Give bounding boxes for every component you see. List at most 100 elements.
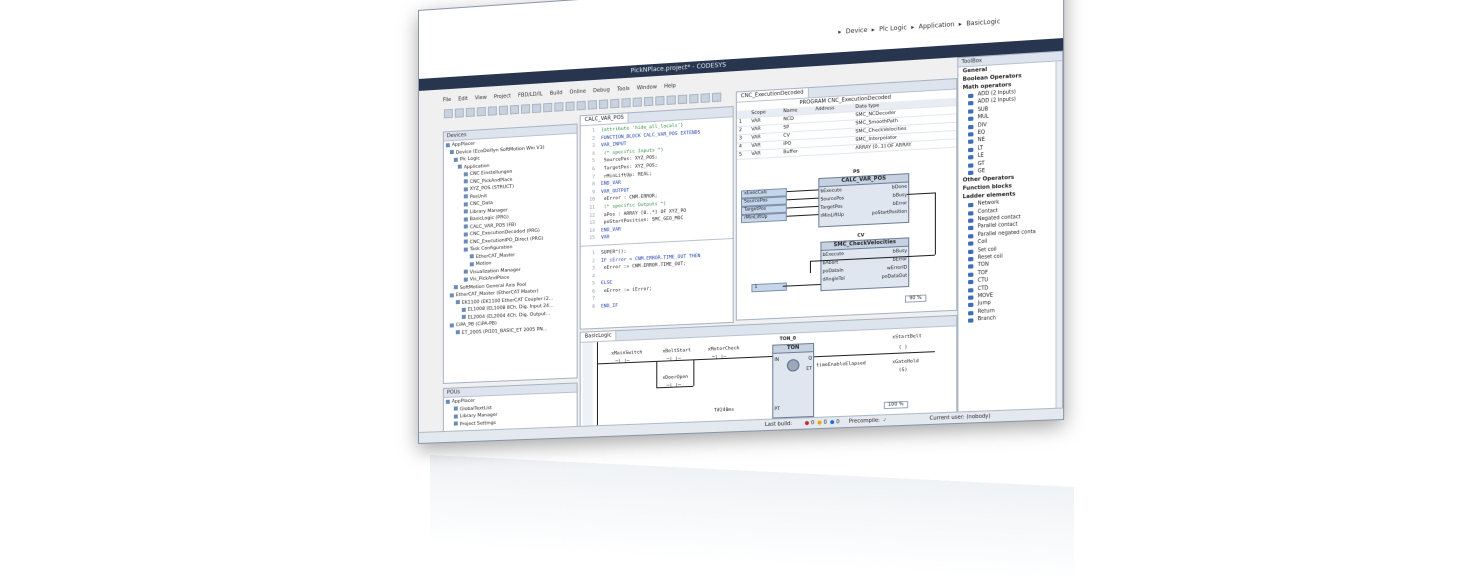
pt-value[interactable]: T#240ms <box>714 408 734 414</box>
fb-calc-var-pos[interactable]: PS CALC_VAR_POS bExecute SourcePos TargetP… <box>818 170 910 228</box>
stop-icon[interactable] <box>610 98 620 109</box>
table-cell[interactable]: Buffer <box>781 146 814 158</box>
copy-icon[interactable] <box>520 104 531 114</box>
set-coil-symbol[interactable]: (S) <box>899 368 908 374</box>
coil-label[interactable]: xStartBelt <box>892 334 921 340</box>
fbd-zoom-level[interactable]: 90 % <box>905 294 926 303</box>
breadcrumb-plc-logic[interactable]: Plc Logic <box>879 24 907 33</box>
menu-help[interactable]: Help <box>664 83 676 94</box>
breadcrumb-basiclogic[interactable]: BasicLogic <box>966 18 1000 27</box>
wire <box>786 189 819 193</box>
paste-icon[interactable] <box>532 103 542 114</box>
delete-icon[interactable] <box>543 102 553 113</box>
breadcrumb-arrow-icon: ▸ <box>958 20 962 29</box>
toolbox-item-label: Return <box>977 308 995 315</box>
box-icon[interactable] <box>711 92 722 103</box>
tree-item-label: EtherCAT_Master <box>475 252 516 260</box>
message-count[interactable]: 0 <box>836 417 839 427</box>
fb-output-pin: bError <box>892 201 908 208</box>
tree-node-icon <box>453 406 458 411</box>
coil-symbol[interactable]: ( ) <box>899 345 908 351</box>
tree-item-label: GlobalTextList <box>459 405 492 412</box>
step-into-icon[interactable] <box>655 95 665 106</box>
step-over-icon[interactable] <box>643 96 654 107</box>
new-icon[interactable] <box>443 108 453 119</box>
contact-label[interactable]: xDoorOpen <box>662 375 688 381</box>
ld-zoom-level[interactable]: 100 % <box>883 400 908 410</box>
coil-icon[interactable] <box>700 93 710 103</box>
menu-build[interactable]: Build <box>550 90 563 101</box>
tab-basiclogic[interactable]: BasicLogic <box>580 331 617 342</box>
calc-declaration-code[interactable]: 1 {attribute 'hide_all_locals'} 2 FUNCTION_… <box>581 117 733 243</box>
toolbox-item-icon <box>968 116 974 122</box>
breadcrumb: ▸ Device ▸ Plc Logic ▸ Application ▸ Bas… <box>838 18 1000 36</box>
contact-icon[interactable] <box>689 93 699 104</box>
et-output[interactable]: timeEnableElapsed <box>816 361 866 368</box>
contact-label[interactable]: xBeltStart <box>662 348 691 354</box>
menu-tools[interactable]: Tools <box>617 86 630 97</box>
breadcrumb-arrow-icon: ▸ <box>871 26 875 34</box>
warning-count[interactable]: 0 <box>824 417 827 427</box>
menu-fbd[interactable]: FBD/LD/IL <box>518 91 543 103</box>
error-count[interactable]: 0 <box>811 418 814 428</box>
logout-icon[interactable] <box>587 100 597 110</box>
fb-input-variable[interactable]: rMinLiftUp <box>740 212 787 224</box>
fb-input-pin: bAbort <box>822 260 839 267</box>
toolbox-item-icon <box>968 264 974 270</box>
toolbox-item-label: CTU <box>977 278 989 285</box>
rung-wire <box>693 359 695 386</box>
warning-icon: ● <box>817 419 822 427</box>
menu-project[interactable]: Project <box>494 93 511 104</box>
tree-node-icon <box>463 239 468 244</box>
find-icon[interactable] <box>554 102 564 112</box>
menu-window[interactable]: Window <box>637 84 657 95</box>
breadcrumb-application[interactable]: Application <box>919 21 955 31</box>
toolbox-item-label: Coil <box>977 239 988 246</box>
table-cell[interactable]: VAR <box>749 148 782 159</box>
toolbox-scrollbar[interactable] <box>1055 61 1063 414</box>
menu-online[interactable]: Online <box>570 89 586 100</box>
tree-node-icon <box>463 231 468 237</box>
wire <box>934 192 936 255</box>
code-text: SUPER^(); <box>601 249 627 256</box>
print-icon[interactable] <box>476 106 486 117</box>
breakpoint-icon[interactable] <box>632 97 642 108</box>
reset-icon[interactable] <box>621 97 631 108</box>
undo-icon[interactable] <box>487 106 497 116</box>
menu-edit[interactable]: Edit <box>458 96 468 107</box>
fb-input-pin: TargetPos <box>820 204 843 211</box>
tree-item-label: Vis_PickAndPlace <box>469 275 510 283</box>
toolbox-item-icon <box>968 147 974 152</box>
run-icon[interactable] <box>598 99 609 110</box>
step-out-icon[interactable] <box>666 95 676 105</box>
network-icon[interactable] <box>677 94 688 105</box>
breadcrumb-device[interactable]: Device <box>846 27 868 36</box>
redo-icon[interactable] <box>498 105 508 116</box>
code-text: eError := iError; <box>601 286 652 295</box>
coil-label[interactable]: xGateHold <box>892 359 918 365</box>
timer-block[interactable]: TON_0 TON IN Q ET PT <box>772 336 815 419</box>
toolbox-item-label: Reset coil <box>977 254 1003 261</box>
calc-var-pos-editor: CALC_VAR_POS 1 {attribute 'hide_all_local… <box>579 106 734 330</box>
contact-label[interactable]: xMotorCheck <box>708 346 740 352</box>
login-icon[interactable] <box>576 100 586 111</box>
open-icon[interactable] <box>454 108 464 118</box>
rung-wire <box>656 360 658 388</box>
table-cell[interactable]: 5 <box>736 150 750 160</box>
cut-icon[interactable] <box>509 104 519 115</box>
tree-node-icon <box>457 164 462 169</box>
tree-node-icon <box>463 269 468 274</box>
fb-smc-check-velocities[interactable]: CV SMC_CheckVelocities bExecute bAbort poD… <box>820 233 910 292</box>
calc-implementation-code[interactable]: 1 SUPER^(); 2 IF iError = CNM.ERROR.TIME_OU… <box>581 241 733 312</box>
menu-debug[interactable]: Debug <box>593 87 610 98</box>
contact-label[interactable]: xMainSwitch <box>611 350 642 356</box>
fbd-diagram[interactable]: xExecCalc SourcePos TargetPos rMinLiftUp PS… <box>736 164 957 320</box>
save-icon[interactable] <box>465 107 475 118</box>
timer-pin-et: ET <box>806 366 813 373</box>
fb2-constant-input[interactable]: 1 <box>751 282 787 293</box>
build-icon[interactable] <box>565 101 575 112</box>
menu-view[interactable]: View <box>475 95 487 106</box>
table-cell[interactable] <box>813 144 854 156</box>
tree-node-icon <box>469 254 474 259</box>
menu-file[interactable]: File <box>443 97 451 108</box>
